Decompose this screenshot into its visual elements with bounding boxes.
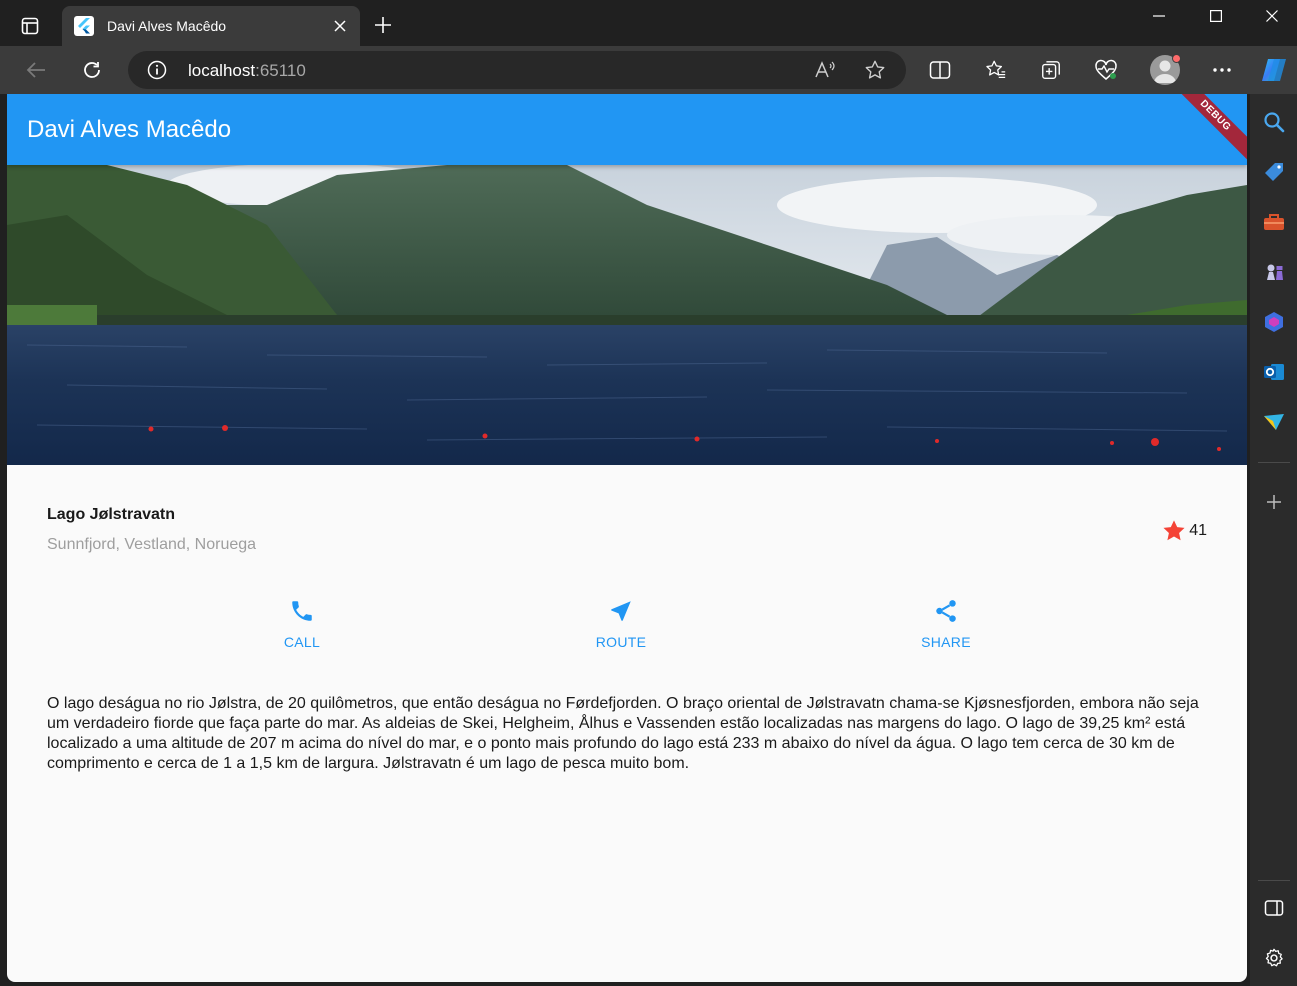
star-icon xyxy=(1163,520,1185,541)
window-close-button[interactable] xyxy=(1244,0,1297,32)
sidebar-settings-button[interactable] xyxy=(1260,944,1288,972)
minimize-icon xyxy=(1153,15,1165,17)
sidebar-copilot-button[interactable] xyxy=(1260,308,1288,336)
tab-close-button[interactable] xyxy=(326,12,354,40)
new-tab-button[interactable] xyxy=(368,10,398,40)
sidebar-outlook-button[interactable] xyxy=(1260,358,1288,386)
browser-essentials-button[interactable] xyxy=(1088,52,1124,88)
settings-and-more-button[interactable] xyxy=(1204,52,1240,88)
copilot-icon xyxy=(1262,59,1286,81)
flutter-favicon-icon xyxy=(74,16,94,36)
sidebar-shopping-button[interactable] xyxy=(1260,158,1288,186)
more-horizontal-icon xyxy=(1213,68,1231,72)
send-plane-icon xyxy=(1264,414,1284,430)
sidebar-search-button[interactable] xyxy=(1260,108,1288,136)
browser-tab-active[interactable]: Davi Alves Macêdo xyxy=(62,6,360,46)
sidebar-panel-icon xyxy=(1264,900,1284,916)
read-aloud-icon xyxy=(815,61,835,78)
browser-title-bar: Davi Alves Macêdo xyxy=(0,0,1297,48)
sidebar-add-button[interactable] xyxy=(1260,488,1288,516)
plus-icon xyxy=(375,17,391,33)
gear-icon xyxy=(1265,948,1283,967)
add-favorite-button[interactable] xyxy=(862,57,888,83)
tab-title: Davi Alves Macêdo xyxy=(107,18,227,34)
page-viewport: Davi Alves Macêdo DEBUG Lago Jølstravatn… xyxy=(7,94,1247,982)
sidebar-divider xyxy=(1258,462,1290,463)
phone-icon xyxy=(288,597,316,625)
navigation-icon xyxy=(607,597,635,625)
favorites-icon xyxy=(986,60,1006,78)
plus-icon xyxy=(1267,495,1281,509)
maximize-button[interactable] xyxy=(1188,0,1244,32)
share-button[interactable]: SHARE xyxy=(886,594,1006,654)
place-title-section: Lago Jølstravatn Sunnfjord, Vestland, No… xyxy=(47,504,1207,560)
refresh-button[interactable] xyxy=(74,52,110,88)
split-screen-icon xyxy=(929,61,951,79)
back-button[interactable] xyxy=(18,52,54,88)
sidebar-drop-button[interactable] xyxy=(1260,408,1288,436)
route-label: ROUTE xyxy=(595,634,647,650)
edge-sidebar xyxy=(1250,94,1297,986)
favorites-button[interactable] xyxy=(978,52,1014,88)
copilot-button[interactable] xyxy=(1256,52,1292,88)
favorite-rating[interactable]: 41 xyxy=(1161,518,1207,544)
call-button[interactable]: CALL xyxy=(242,594,362,654)
heart-pulse-icon xyxy=(1095,59,1117,80)
place-description: O lago deságua no rio Jølstra, de 20 qui… xyxy=(47,695,1199,772)
share-icon xyxy=(932,597,960,625)
profile-notification-badge xyxy=(1172,54,1181,63)
search-icon xyxy=(1264,112,1285,133)
browser-toolbar: localhost:65110 xyxy=(0,46,1297,94)
refresh-icon xyxy=(84,62,100,78)
toolbox-icon xyxy=(1264,214,1284,230)
sidebar-games-button[interactable] xyxy=(1260,258,1288,286)
app-bar-title: Davi Alves Macêdo xyxy=(27,116,232,143)
tab-actions-button[interactable] xyxy=(12,10,48,42)
back-arrow-icon xyxy=(26,62,45,78)
app-bar: Davi Alves Macêdo xyxy=(7,94,1247,165)
url-host: localhost xyxy=(188,61,256,80)
star-count: 41 xyxy=(1189,522,1207,539)
close-icon xyxy=(334,20,346,32)
star-outline-icon xyxy=(865,60,885,79)
action-buttons-row: CALL ROUTE SHARE xyxy=(7,594,1247,654)
shopping-tag-icon xyxy=(1265,163,1283,181)
place-name: Lago Jølstravatn xyxy=(47,506,176,523)
share-label: SHARE xyxy=(921,634,971,650)
call-label: CALL xyxy=(283,634,321,650)
site-info-icon[interactable] xyxy=(146,59,168,81)
sidebar-tools-button[interactable] xyxy=(1260,208,1288,236)
collections-button[interactable] xyxy=(1033,52,1069,88)
split-screen-button[interactable] xyxy=(922,52,958,88)
sidebar-hide-button[interactable] xyxy=(1260,894,1288,922)
route-button[interactable]: ROUTE xyxy=(561,594,681,654)
url-port: :65110 xyxy=(255,61,306,80)
window-close-icon xyxy=(1266,10,1278,22)
collections-icon xyxy=(1042,61,1060,79)
maximize-icon xyxy=(1210,10,1222,22)
sidebar-divider xyxy=(1258,880,1290,881)
address-bar[interactable]: localhost:65110 xyxy=(128,51,906,89)
outlook-icon xyxy=(1264,364,1284,380)
tab-actions-icon xyxy=(21,17,39,35)
lake-photo xyxy=(7,165,1247,465)
minimize-button[interactable] xyxy=(1131,0,1187,32)
bing-copilot-icon xyxy=(1265,312,1283,332)
place-location: Sunnfjord, Vestland, Noruega xyxy=(47,536,257,553)
url-text[interactable]: localhost:65110 xyxy=(188,61,306,81)
read-aloud-button[interactable] xyxy=(812,57,838,83)
chess-piece-icon xyxy=(1267,264,1283,280)
